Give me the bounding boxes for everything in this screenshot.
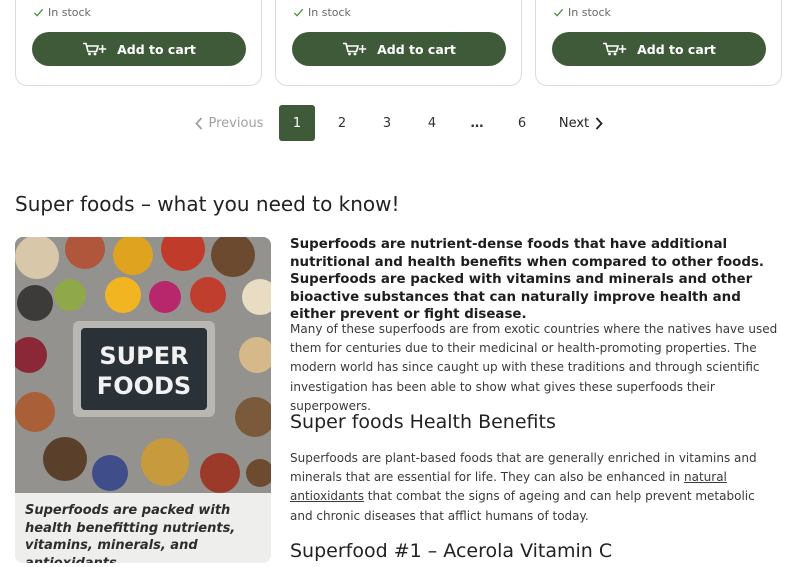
- cart-plus-icon: [343, 42, 367, 56]
- cart-plus-icon: [83, 42, 107, 56]
- figure-caption: Superfoods are packed with health benefi…: [25, 503, 236, 563]
- previous-page-link[interactable]: Previous: [193, 105, 265, 141]
- cart-plus-icon: [603, 42, 627, 56]
- page-ellipsis: …: [470, 115, 484, 131]
- previous-label: Previous: [208, 115, 264, 131]
- intro-paragraph: Many of these superfoods are from exotic…: [290, 322, 778, 413]
- check-icon: [293, 8, 304, 17]
- lead-paragraph: Superfoods are nutrient-dense foods that…: [290, 237, 765, 323]
- page-link[interactable]: 3: [369, 105, 405, 141]
- page-link[interactable]: 4: [414, 105, 450, 141]
- superfoods-image: SUPER FOODS: [15, 237, 271, 493]
- image-sign-line-2: FOODS: [97, 372, 191, 400]
- next-page-link[interactable]: Next: [555, 105, 607, 141]
- add-to-cart-label: Add to cart: [377, 41, 456, 57]
- add-to-cart-label: Add to cart: [117, 41, 196, 57]
- page-link[interactable]: 6: [504, 105, 540, 141]
- page-link[interactable]: 2: [324, 105, 360, 141]
- add-to-cart-label: Add to cart: [637, 41, 716, 57]
- add-to-cart-button[interactable]: Add to cart: [552, 32, 766, 66]
- page-link-current[interactable]: 1: [279, 105, 315, 141]
- stock-status: In stock: [553, 6, 611, 19]
- stock-status: In stock: [293, 6, 351, 19]
- check-icon: [553, 8, 564, 17]
- benefits-heading: Super foods Health Benefits: [290, 411, 556, 433]
- chevron-right-icon: [595, 116, 603, 130]
- stock-status: In stock: [33, 6, 91, 19]
- stock-label: In stock: [308, 6, 351, 19]
- chevron-left-icon: [194, 116, 202, 130]
- benefits-paragraph: Superfoods are plant-based foods that ar…: [290, 449, 780, 526]
- stock-label: In stock: [568, 6, 611, 19]
- add-to-cart-button[interactable]: Add to cart: [32, 32, 246, 66]
- check-icon: [33, 8, 44, 17]
- superfoods-figure: SUPER FOODS Superfoods are packed with h…: [15, 237, 271, 563]
- add-to-cart-button[interactable]: Add to cart: [292, 32, 506, 66]
- section-title: Super foods – what you need to know!: [15, 192, 400, 216]
- stock-label: In stock: [48, 6, 91, 19]
- acerola-heading: Superfood #1 – Acerola Vitamin C: [290, 540, 613, 562]
- product-card: In stock Add to cart: [15, 0, 262, 86]
- product-cards-row: In stock Add to cart In stock Add to car…: [15, 0, 782, 86]
- pagination: Previous 1 2 3 4 … 6 Next: [0, 105, 800, 141]
- product-card: In stock Add to cart: [275, 0, 522, 86]
- image-sign-line-1: SUPER: [99, 342, 188, 370]
- next-label: Next: [558, 115, 590, 131]
- product-card: In stock Add to cart: [535, 0, 782, 86]
